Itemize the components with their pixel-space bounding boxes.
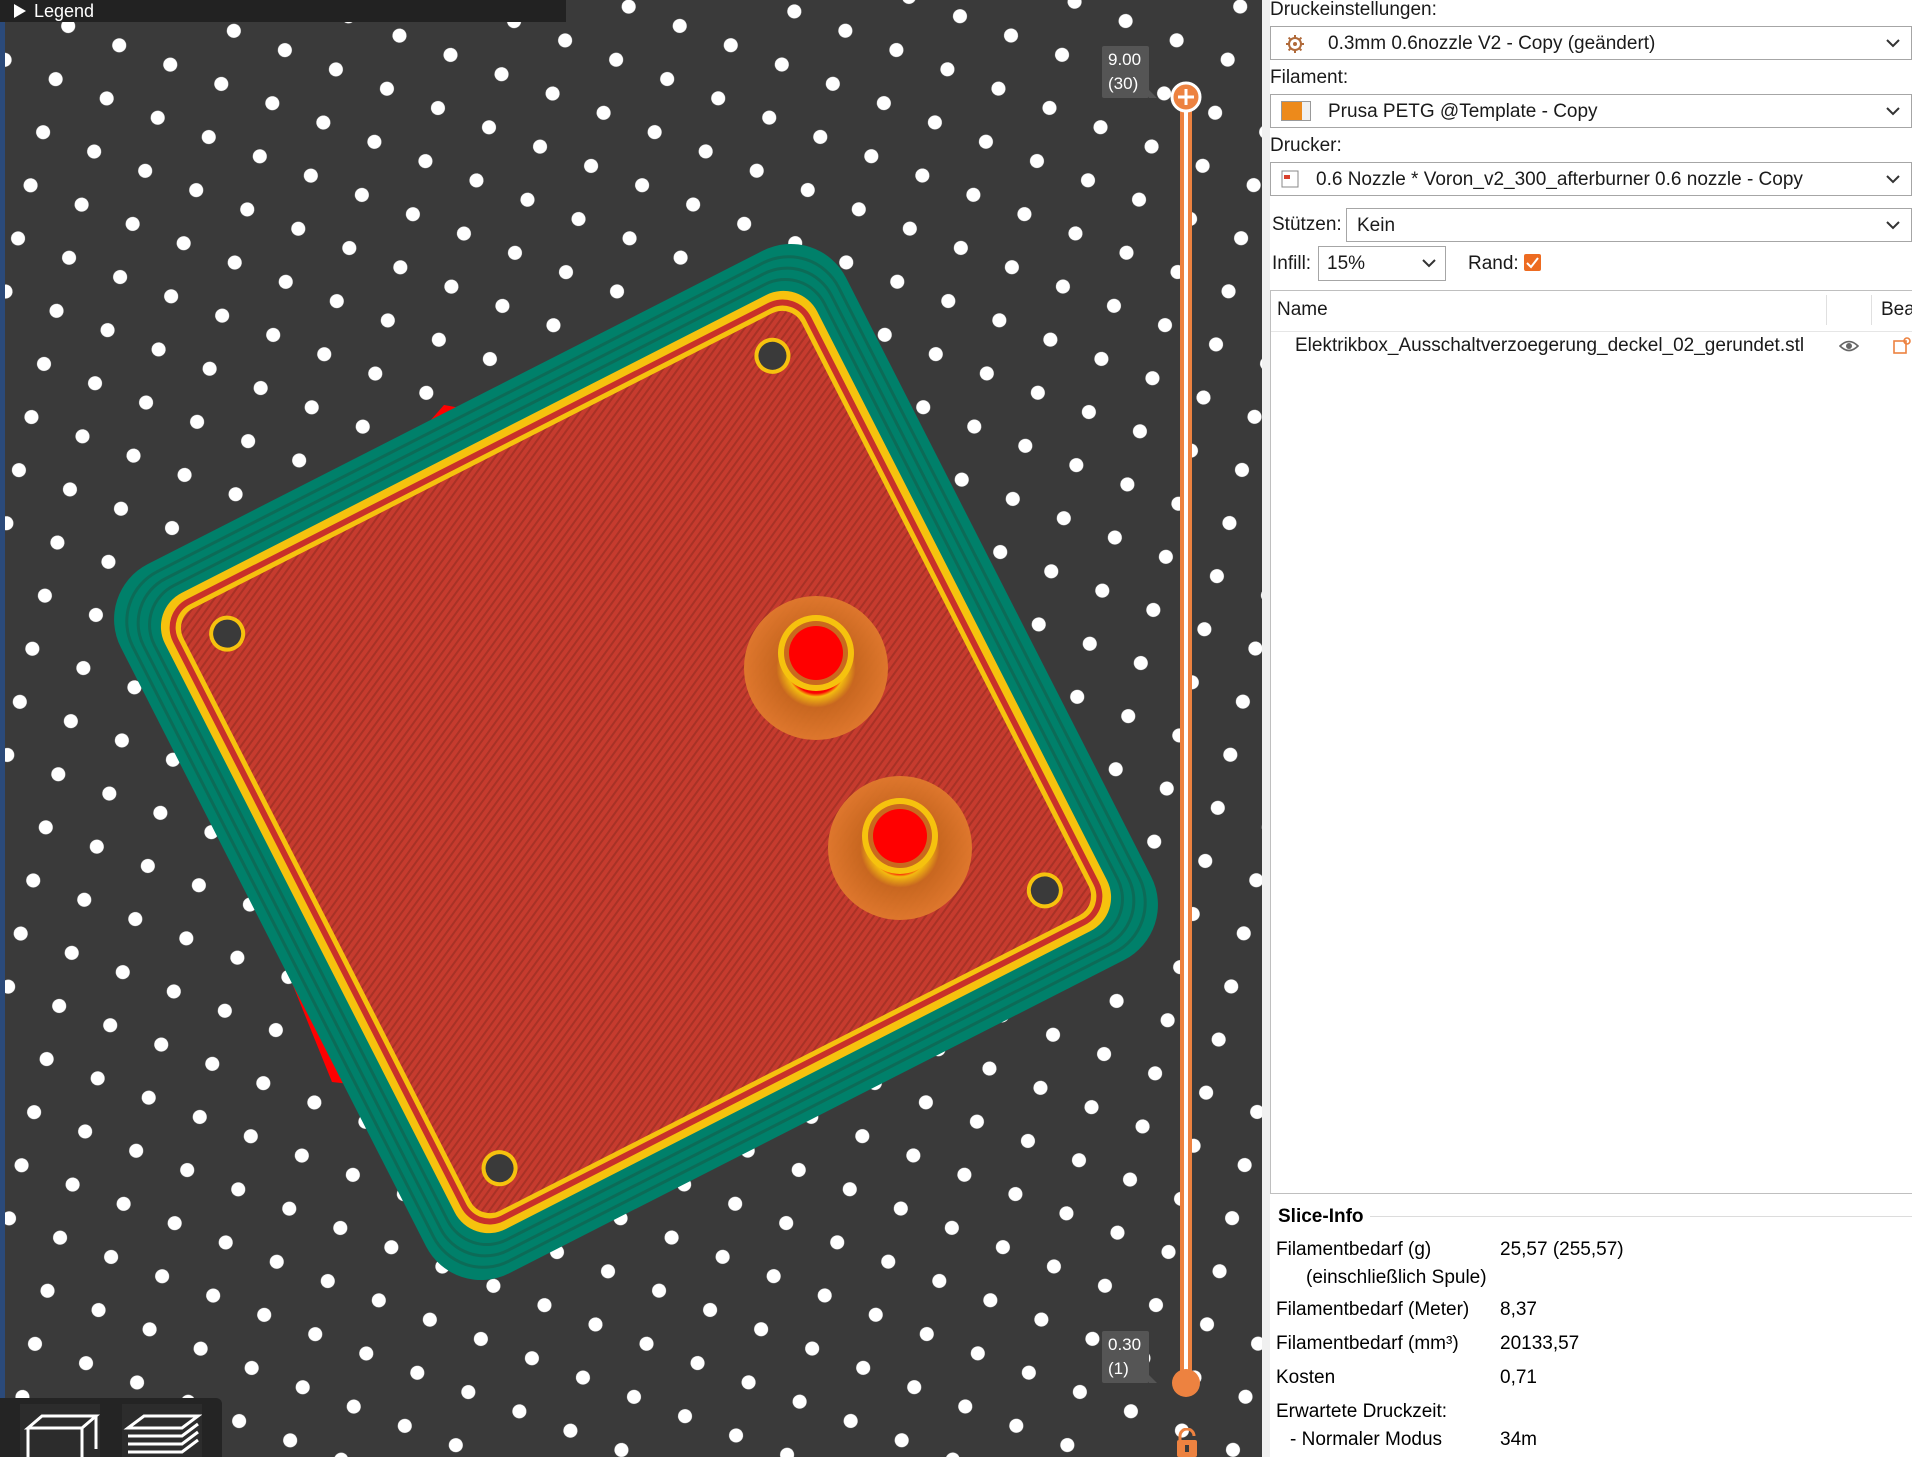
object-list[interactable]: Name Bea Elektrikbox_Ausschaltverzoegeru… bbox=[1270, 290, 1912, 1194]
bottom-height: 0.30 bbox=[1108, 1335, 1142, 1354]
slice-info-value: 34m bbox=[1500, 1429, 1537, 1450]
printer-combo[interactable]: 0.6 Nozzle * Voron_v2_300_afterburner 0.… bbox=[1270, 162, 1912, 196]
top-height: 9.00 bbox=[1108, 50, 1142, 69]
edit-settings-icon[interactable] bbox=[1893, 337, 1912, 360]
layer-label-top: 9.00 (30) bbox=[1102, 46, 1158, 98]
window-edge bbox=[0, 0, 5, 1457]
filament-label: Filament: bbox=[1270, 67, 1349, 88]
slice-info-key: Erwartete Druckzeit: bbox=[1276, 1401, 1448, 1422]
slice-info-value: 20133,57 bbox=[1500, 1333, 1580, 1354]
infill-combo[interactable]: 15% bbox=[1318, 246, 1446, 281]
eye-icon[interactable] bbox=[1838, 338, 1860, 359]
filament-value: Prusa PETG @Template - Copy bbox=[1328, 101, 1598, 122]
print-bed bbox=[0, 0, 1262, 1457]
infill-label: Infill: bbox=[1272, 253, 1312, 274]
chevron-down-icon bbox=[1885, 104, 1901, 122]
boss-bottom bbox=[828, 776, 972, 920]
slice-info-key: Filamentbedarf (g) bbox=[1276, 1239, 1432, 1260]
slice-info-key: (einschließlich Spule) bbox=[1306, 1267, 1487, 1288]
filament-combo[interactable]: Prusa PETG @Template - Copy bbox=[1270, 94, 1912, 128]
play-triangle-icon bbox=[14, 4, 26, 18]
layer-label-bottom: 0.30 (1) bbox=[1102, 1331, 1158, 1383]
slice-info-value: 25,57 (255,57) bbox=[1500, 1239, 1624, 1260]
chevron-down-icon bbox=[1885, 172, 1901, 190]
panel-divider[interactable] bbox=[1262, 0, 1270, 1457]
printer-label: Drucker: bbox=[1270, 135, 1342, 156]
gear-icon bbox=[1285, 34, 1305, 59]
supports-label: Stützen: bbox=[1272, 214, 1342, 235]
slice-info-key: - Normaler Modus bbox=[1290, 1429, 1443, 1450]
slice-info-title: Slice-Info bbox=[1278, 1206, 1364, 1227]
printer-value: 0.6 Nozzle * Voron_v2_300_afterburner 0.… bbox=[1316, 169, 1803, 190]
view-toolbar bbox=[0, 1398, 222, 1457]
brim-checkbox[interactable] bbox=[1524, 254, 1541, 271]
lock-open-icon[interactable] bbox=[1174, 1427, 1200, 1457]
supports-value: Kein bbox=[1357, 215, 1396, 236]
print-settings-value: 0.3mm 0.6nozzle V2 - Copy (geändert) bbox=[1328, 33, 1656, 54]
slice-info-key: Kosten bbox=[1276, 1367, 1336, 1388]
checkmark-icon bbox=[1526, 257, 1539, 269]
col-edit-header[interactable]: Bea bbox=[1881, 299, 1912, 321]
slice-info-panel: Slice-Info Filamentbedarf (g) 25,57 (255… bbox=[1270, 1194, 1912, 1457]
chevron-down-icon bbox=[1885, 36, 1901, 54]
boss-top bbox=[744, 596, 888, 740]
supports-combo[interactable]: Kein bbox=[1346, 208, 1912, 242]
slice-info-value: 8,37 bbox=[1500, 1299, 1537, 1320]
legend-label: Legend bbox=[34, 1, 95, 21]
printer-icon bbox=[1281, 170, 1299, 193]
list-item[interactable]: Elektrikbox_Ausschaltverzoegerung_deckel… bbox=[1271, 331, 1912, 367]
col-name-header[interactable]: Name bbox=[1277, 299, 1328, 321]
slider-bottom-thumb bbox=[1172, 1369, 1200, 1397]
cube-view-icon[interactable] bbox=[20, 1404, 100, 1457]
3d-preview-viewport[interactable]: Legend 9.00 (30) 0.30 (1) bbox=[0, 0, 1262, 1457]
layers-view-icon[interactable] bbox=[122, 1404, 202, 1457]
infill-value: 15% bbox=[1327, 253, 1366, 274]
bottom-layer: (1) bbox=[1108, 1359, 1129, 1378]
chevron-down-icon bbox=[1421, 256, 1437, 274]
chevron-down-icon bbox=[1885, 218, 1901, 236]
print-settings-label: Druckeinstellungen: bbox=[1270, 0, 1437, 20]
brim-label: Rand: bbox=[1468, 253, 1519, 274]
slice-info-key: Filamentbedarf (mm³) bbox=[1276, 1333, 1459, 1354]
slice-info-value: 0,71 bbox=[1500, 1367, 1537, 1388]
object-list-header: Name Bea bbox=[1271, 291, 1912, 332]
object-name: Elektrikbox_Ausschaltverzoegerung_deckel… bbox=[1295, 335, 1805, 356]
legend-toggle[interactable]: Legend bbox=[0, 0, 566, 22]
slice-info-key: Filamentbedarf (Meter) bbox=[1276, 1299, 1470, 1320]
print-settings-combo[interactable]: 0.3mm 0.6nozzle V2 - Copy (geändert) bbox=[1270, 26, 1912, 60]
top-layer: (30) bbox=[1108, 74, 1139, 93]
filament-color-swatch-icon bbox=[1281, 101, 1311, 121]
